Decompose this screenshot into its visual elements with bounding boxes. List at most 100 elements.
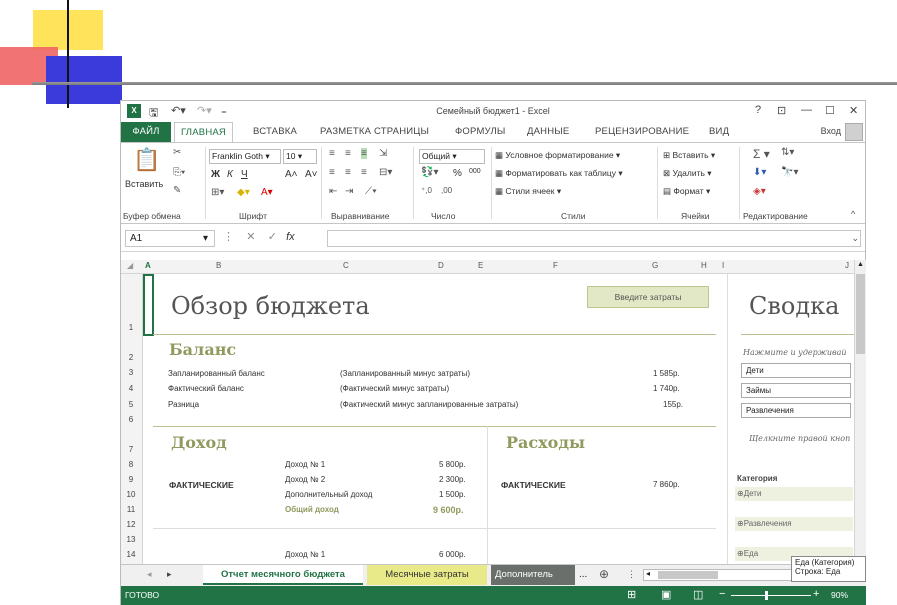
tab-data[interactable]: ДАННЫЕ <box>527 126 569 137</box>
row-header[interactable]: 8 <box>121 460 141 469</box>
zoom-out-icon[interactable]: − <box>719 588 725 600</box>
decrease-indent-icon[interactable]: ⇤ <box>329 186 337 197</box>
expand-formula-icon[interactable]: ⌄ <box>851 233 859 244</box>
formula-input[interactable] <box>327 230 861 247</box>
align-bottom-icon[interactable]: ≡ <box>361 148 367 159</box>
grow-font-button[interactable]: A˄ <box>285 169 298 180</box>
column-header[interactable]: G <box>652 261 658 270</box>
increase-indent-icon[interactable]: ⇥ <box>345 186 353 197</box>
column-header[interactable]: A <box>145 261 151 270</box>
insert-cells-button[interactable]: ⊞ Вставить ▾ <box>663 150 715 161</box>
sheet-tab[interactable]: Месячные затраты <box>367 565 487 585</box>
category-item[interactable]: ⊕Развлечения <box>735 517 853 531</box>
row-header[interactable]: 14 <box>121 550 141 559</box>
ribbon-display-icon[interactable]: ⊡ <box>777 104 786 117</box>
sheet-tab[interactable]: Дополнитель <box>491 565 575 585</box>
tab-page-layout[interactable]: РАЗМЕТКА СТРАНИЦЫ <box>320 126 429 137</box>
autosum-icon[interactable]: Σ ▾ <box>753 147 770 161</box>
row-header[interactable]: 5 <box>121 400 141 409</box>
row-header[interactable]: 10 <box>121 490 141 499</box>
normal-view-icon[interactable]: ⊞ <box>627 588 636 601</box>
percent-button[interactable]: % <box>453 168 462 179</box>
name-box-dropdown-icon[interactable]: ▾ <box>203 231 208 246</box>
help-button[interactable]: ? <box>755 104 761 116</box>
scroll-up-icon[interactable]: ▲ <box>857 261 864 268</box>
avatar[interactable] <box>845 123 863 141</box>
tab-split-icon[interactable]: ⋮ <box>627 569 636 580</box>
column-header[interactable]: E <box>478 261 483 270</box>
row-header[interactable]: 9 <box>121 475 141 484</box>
align-middle-icon[interactable]: ≡ <box>345 148 351 159</box>
conditional-format-button[interactable]: ▦ Условное форматирование ▾ <box>495 150 620 161</box>
row-header[interactable]: 6 <box>121 415 141 424</box>
more-options-icon[interactable]: ⋮ <box>223 231 234 243</box>
more-sheets-button[interactable]: ... <box>579 569 587 580</box>
scroll-left-icon[interactable]: ◂ <box>646 569 650 578</box>
column-header[interactable]: H <box>701 261 707 270</box>
next-sheet-icon[interactable]: ▸ <box>167 569 172 580</box>
zoom-level[interactable]: 90% <box>831 590 848 600</box>
enter-icon[interactable]: ✓ <box>268 231 277 243</box>
tab-home[interactable]: ГЛАВНАЯ <box>174 122 233 143</box>
tab-review[interactable]: РЕЦЕНЗИРОВАНИЕ <box>595 126 689 137</box>
column-header[interactable]: F <box>553 261 558 270</box>
tab-formulas[interactable]: ФОРМУЛЫ <box>455 126 506 137</box>
minimize-button[interactable]: — <box>801 104 812 116</box>
column-header[interactable]: D <box>438 261 444 270</box>
borders-icon[interactable]: ⊞▾ <box>211 187 224 198</box>
row-header[interactable]: 1 <box>121 323 141 332</box>
column-header[interactable]: J <box>845 261 849 270</box>
enter-costs-button[interactable]: Введите затраты <box>587 286 709 308</box>
maximize-button[interactable]: ☐ <box>825 104 835 117</box>
shrink-font-button[interactable]: A˅ <box>305 169 318 180</box>
merge-center-icon[interactable]: ⊟▾ <box>379 167 392 178</box>
vertical-scroll-thumb[interactable] <box>856 274 865 354</box>
orientation-icon[interactable]: ⟋▾ <box>365 186 377 197</box>
delete-cells-button[interactable]: ⊠ Удалить ▾ <box>663 168 712 179</box>
font-size-select[interactable]: 10 ▾ <box>283 149 317 164</box>
prev-sheet-icon[interactable]: ◂ <box>147 569 152 580</box>
row-header[interactable]: 11 <box>121 505 141 514</box>
row-header[interactable]: 13 <box>121 535 141 544</box>
tab-file[interactable]: ФАЙЛ <box>121 122 171 142</box>
vertical-scrollbar[interactable]: ▲ ▼ <box>854 260 866 564</box>
thousands-button[interactable]: 000 <box>469 168 481 175</box>
insert-function-icon[interactable]: fx <box>286 231 295 243</box>
clear-icon[interactable]: ◈▾ <box>753 186 766 197</box>
sign-in-link[interactable]: Вход <box>821 126 841 136</box>
row-header[interactable]: 4 <box>121 384 141 393</box>
column-header[interactable]: C <box>343 261 349 270</box>
worksheet-grid[interactable]: Обзор бюджета Введите затраты Баланс Зап… <box>143 274 854 564</box>
fill-icon[interactable]: ⬇▾ <box>753 167 766 178</box>
copy-icon[interactable]: ⎘▾ <box>173 167 185 178</box>
sort-filter-icon[interactable]: ⇅▾ <box>781 147 794 158</box>
add-sheet-icon[interactable]: ⊕ <box>599 567 609 581</box>
paste-icon[interactable]: 📋 <box>133 147 160 173</box>
select-all-icon[interactable]: ◢ <box>127 261 133 270</box>
decrease-decimal-icon[interactable]: ,00 <box>441 186 452 195</box>
font-name-select[interactable]: Franklin Goth ▾ <box>209 149 281 164</box>
row-header[interactable]: 12 <box>121 520 141 529</box>
wrap-text-icon[interactable]: ⇲ <box>379 148 387 159</box>
zoom-slider-thumb[interactable] <box>765 591 768 600</box>
slicer-item[interactable]: Займы <box>741 383 851 398</box>
align-center-icon[interactable]: ≡ <box>345 167 351 178</box>
slicer-item[interactable]: Дети <box>741 363 851 378</box>
find-select-icon[interactable]: 🔭▾ <box>781 167 798 178</box>
italic-button[interactable]: К <box>227 169 233 180</box>
cell-styles-button[interactable]: ▦ Стили ячеек ▾ <box>495 186 561 197</box>
font-color-icon[interactable]: A▾ <box>261 187 273 198</box>
align-right-icon[interactable]: ≡ <box>361 167 367 178</box>
currency-icon[interactable]: 💱▾ <box>421 167 438 178</box>
row-header[interactable]: 7 <box>121 445 141 454</box>
page-layout-view-icon[interactable]: ▣ <box>661 588 671 601</box>
slicer-item[interactable]: Развлечения <box>741 403 851 418</box>
close-button[interactable]: ✕ <box>849 104 858 117</box>
align-left-icon[interactable]: ≡ <box>329 167 335 178</box>
format-cells-button[interactable]: ▤ Формат ▾ <box>663 186 710 197</box>
sheet-tab[interactable]: Отчет месячного бюджета <box>203 565 363 585</box>
tab-insert[interactable]: ВСТАВКА <box>253 126 297 137</box>
align-top-icon[interactable]: ≡ <box>329 148 335 159</box>
cancel-icon[interactable]: ✕ <box>246 231 255 243</box>
page-break-view-icon[interactable]: ◫ <box>693 588 703 601</box>
